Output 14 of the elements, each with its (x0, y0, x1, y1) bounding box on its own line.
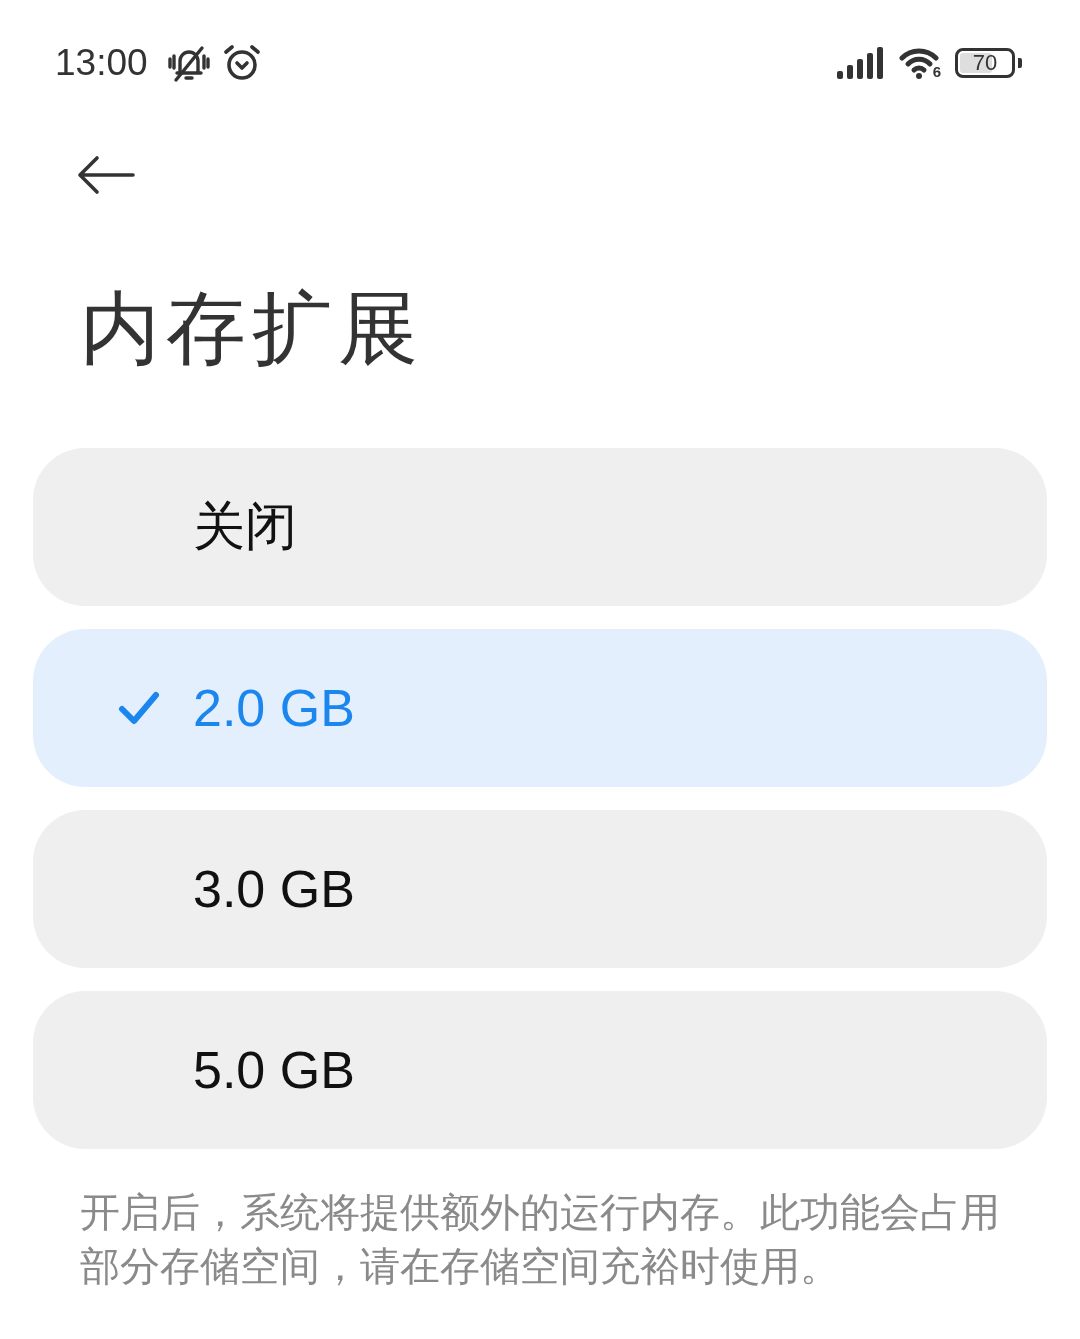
page-title: 内存扩展 (80, 283, 424, 375)
muted-bell-icon (165, 43, 212, 83)
back-arrow-icon (77, 155, 135, 195)
description-text: 开启后，系统将提供额外的运行内存。此功能会占用部分存储空间，请在存储空间充裕时使用。 (80, 1189, 1000, 1290)
alarm-clock-icon (221, 43, 262, 83)
battery-percentage: 70 (972, 52, 998, 74)
signal-bars-icon (836, 47, 885, 79)
option-item[interactable]: 3.0 GB (33, 810, 1047, 968)
wifi-standard-label: 6 (932, 64, 941, 79)
wifi-icon (898, 47, 939, 79)
checkmark-icon (118, 689, 160, 727)
option-item[interactable]: 5.0 GB (33, 991, 1047, 1149)
status-time: 13:00 (55, 42, 148, 84)
option-item[interactable]: 关闭 (33, 448, 1047, 606)
